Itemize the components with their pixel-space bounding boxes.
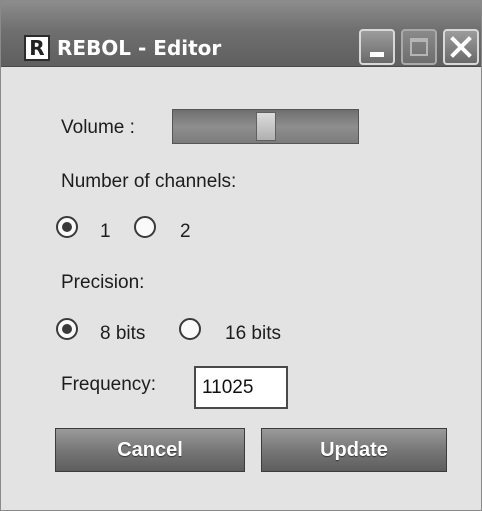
editor-window: R REBOL - Editor Volume : Number of chan… (0, 0, 482, 511)
precision-option-8-bits-label: 8 bits (100, 323, 146, 344)
rebol-logo-icon: R (24, 35, 50, 61)
close-button[interactable] (443, 29, 479, 65)
update-button[interactable]: Update (261, 428, 447, 472)
close-icon (450, 36, 472, 58)
frequency-label: Frequency: (61, 374, 157, 395)
channels-radio-2[interactable] (134, 216, 156, 238)
maximize-icon (410, 38, 428, 56)
channels-radio-1[interactable] (56, 216, 78, 238)
cancel-button[interactable]: Cancel (55, 428, 245, 472)
precision-radio-16-bits[interactable] (179, 318, 201, 340)
title-bar[interactable]: R REBOL - Editor (1, 1, 481, 67)
channels-label: Number of channels: (61, 171, 237, 192)
precision-option-16-bits-label: 16 bits (225, 323, 281, 344)
precision-label: Precision: (61, 272, 145, 293)
precision-radio-8-bits[interactable] (56, 318, 78, 340)
volume-label: Volume : (61, 117, 135, 138)
minimize-button[interactable] (359, 29, 395, 65)
channels-option-2-label: 2 (180, 221, 191, 242)
channels-option-1-label: 1 (100, 221, 111, 242)
volume-slider-thumb[interactable] (256, 112, 276, 141)
window-title: REBOL - Editor (57, 36, 222, 60)
maximize-button[interactable] (401, 29, 437, 65)
minimize-icon (370, 52, 384, 57)
frequency-input[interactable] (194, 366, 288, 409)
volume-slider[interactable] (172, 109, 359, 144)
